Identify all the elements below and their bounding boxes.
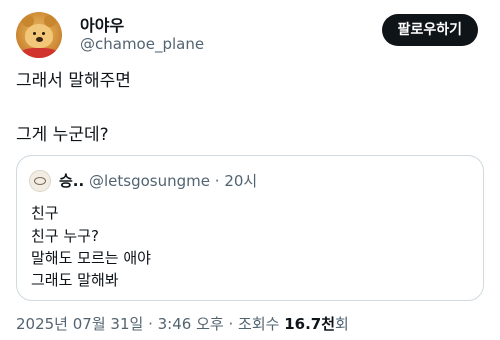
avatar[interactable] [16,12,62,58]
avatar-eye-right [42,32,45,35]
separator-dot: · [228,315,234,333]
quoted-handle: @letsgosungme [88,172,210,190]
quoted-text-line: 친구 [31,204,59,222]
doodle-icon [34,177,46,185]
avatar-shirt [20,48,58,58]
author-handle[interactable]: @chamoe_plane [80,35,204,53]
quoted-text-line: 말해도 모르는 애야 [31,249,151,267]
post-date[interactable]: 2025년 07월 31일 [16,315,143,333]
post-time[interactable]: 3:46 오후 [158,315,224,333]
quoted-post-meta: 승.. @letsgosungme · 20시 [59,170,257,192]
separator-dot: · [148,315,153,333]
avatar-nose [36,37,43,42]
quoted-avatar [29,170,51,192]
avatar-eye-left [33,32,36,35]
post-meta: 2025년 07월 31일 · 3:46 오후 · 조회수 16.7천회 [16,314,349,334]
views-suffix: 회 [335,315,349,333]
views-count: 16.7천 [284,315,336,333]
quoted-text-line: 친구 누구? [31,227,99,245]
avatar-face [25,24,53,48]
separator-dot: · [214,172,220,190]
post-header: 아야우 @chamoe_plane 팔로우하기 [16,8,486,58]
views-label: 조회수 [238,315,280,333]
post: 아야우 @chamoe_plane 팔로우하기 그래서 말해주면 그게 누군데?… [0,0,500,340]
follow-button[interactable]: 팔로우하기 [381,14,478,46]
quoted-time: 20시 [224,172,258,190]
post-text-line: 그래서 말해주면 [16,71,131,91]
post-text-line: 그게 누군데? [16,125,109,145]
quoted-display-name: 승.. [59,172,85,190]
author-display-name[interactable]: 아야우 [80,12,124,36]
quoted-text-line: 그래도 말해봐 [31,271,119,289]
quoted-post[interactable]: 승.. @letsgosungme · 20시 친구 친구 누구? 말해도 모르… [16,155,484,301]
